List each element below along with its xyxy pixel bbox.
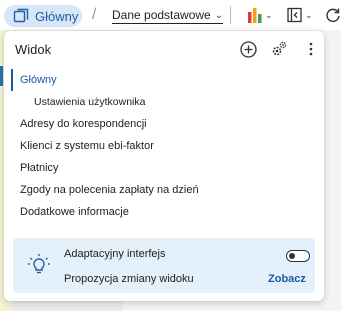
view-item-glowny[interactable]: Główny xyxy=(4,69,324,91)
view-item-direct-debit-consents[interactable]: Zgody na polecenia zapłaty na dzień xyxy=(4,179,324,201)
view-settings-button[interactable] xyxy=(270,40,288,58)
layout-button[interactable]: ⌄ xyxy=(287,6,313,24)
background-marker xyxy=(0,66,3,86)
chevron-down-icon: ⌄ xyxy=(265,9,273,20)
more-vertical-icon xyxy=(309,42,313,56)
chevron-down-icon: ⌄ xyxy=(214,9,224,21)
view-item-label: Ustawienia użytkownika xyxy=(34,96,146,108)
view-item-ebi-faktor-clients[interactable]: Klienci z systemu ebi-faktor xyxy=(4,135,324,157)
view-item-user-settings[interactable]: Ustawienia użytkownika xyxy=(4,91,324,113)
panel-title: Widok xyxy=(15,42,52,57)
add-view-button[interactable] xyxy=(239,40,257,58)
gears-icon xyxy=(272,41,287,56)
adaptive-interface-toggle[interactable] xyxy=(286,250,310,262)
add-circle-icon xyxy=(239,40,257,58)
chevron-down-icon: ⌄ xyxy=(305,9,313,20)
refresh-icon xyxy=(326,8,340,22)
view-item-payers[interactable]: Płatnicy xyxy=(4,157,324,179)
view-item-label: Dodatkowe informacje xyxy=(20,206,129,218)
lightbulb-icon xyxy=(28,254,50,274)
refresh-button[interactable] xyxy=(326,6,341,24)
view-menu-panel: Widok Główny Ustawienia użytkownika Adre… xyxy=(4,31,324,301)
view-item-additional-info[interactable]: Dodatkowe informacje xyxy=(4,201,324,223)
view-icon xyxy=(13,8,29,23)
see-suggestion-link[interactable]: Zobacz xyxy=(268,273,306,285)
breadcrumb-separator: / xyxy=(92,6,97,23)
toolbar-divider xyxy=(230,6,231,24)
view-item-label: Klienci z systemu ebi-faktor xyxy=(20,140,154,152)
adaptive-interface-box: Adaptacyjny interfejs Propozycja zmiany … xyxy=(13,238,315,293)
view-selector-button[interactable]: Główny xyxy=(4,5,82,27)
bar-chart-icon xyxy=(248,8,262,23)
more-options-button[interactable] xyxy=(302,40,320,58)
view-item-label: Zgody na polecenia zapłaty na dzień xyxy=(20,184,199,196)
view-item-addresses[interactable]: Adresy do korespondencji xyxy=(4,113,324,135)
chart-button[interactable]: ⌄ xyxy=(247,6,273,24)
view-suggestion-label: Propozycja zmiany widoku xyxy=(64,273,194,285)
toggle-knob xyxy=(289,252,295,259)
section-dropdown-label: Dane podstawowe xyxy=(112,8,211,22)
adaptive-interface-label: Adaptacyjny interfejs xyxy=(64,248,166,260)
view-item-label: Główny xyxy=(20,74,57,86)
view-item-label: Płatnicy xyxy=(20,162,59,174)
view-name: Główny xyxy=(35,8,79,24)
view-list: Główny Ustawienia użytkownika Adresy do … xyxy=(4,69,324,223)
toolbar: Główny / Dane podstawowe ⌄ ⌄ ⌄ xyxy=(0,0,341,30)
section-dropdown[interactable]: Dane podstawowe ⌄ xyxy=(112,8,224,24)
panel-left-icon xyxy=(287,7,302,23)
view-item-label: Adresy do korespondencji xyxy=(20,118,147,130)
